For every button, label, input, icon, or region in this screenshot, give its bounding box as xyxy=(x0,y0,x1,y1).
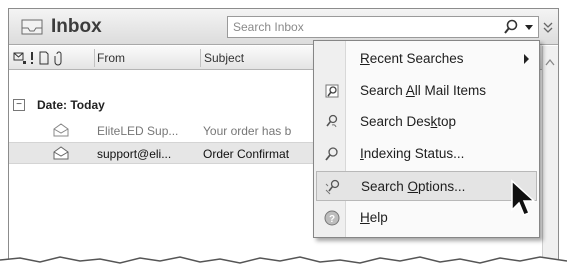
scroll-up-icon[interactable] xyxy=(542,55,558,69)
message-from: support@eli... xyxy=(97,147,172,161)
search-options-icon xyxy=(325,179,340,195)
column-divider[interactable] xyxy=(200,49,201,67)
menu-item-label: Search Desktop xyxy=(360,114,457,129)
message-subject: Order Confirmat xyxy=(203,147,290,161)
search-desktop-icon xyxy=(326,114,338,128)
column-divider[interactable] xyxy=(94,49,95,67)
search-placeholder: Search Inbox xyxy=(233,20,304,34)
menu-item-search-desktop[interactable]: Search Desktop xyxy=(316,107,537,137)
column-subject[interactable]: Subject xyxy=(204,51,244,65)
collapse-group-button[interactable]: − xyxy=(13,99,25,111)
group-label: Date: Today xyxy=(37,98,105,112)
menu-item-label: Recent Searches xyxy=(360,51,464,66)
table-row[interactable]: EliteLED Sup... Your order has b xyxy=(9,120,319,142)
envelope-open-icon xyxy=(53,146,69,160)
submenu-arrow-icon xyxy=(524,54,529,64)
help-icon: ? xyxy=(324,210,340,226)
menu-item-recent-searches[interactable]: Recent Searches xyxy=(316,44,537,74)
table-row[interactable]: support@eli... Order Confirmat xyxy=(9,142,319,164)
message-subject: Your order has b xyxy=(203,124,292,138)
menu-item-label: Search Options... xyxy=(361,179,466,194)
torn-paper-edge xyxy=(0,256,567,279)
message-from: EliteLED Sup... xyxy=(97,124,179,138)
menu-item-label: Help xyxy=(360,210,388,225)
menu-item-label: Indexing Status... xyxy=(360,146,465,161)
search-input[interactable]: Search Inbox xyxy=(227,16,539,38)
page-title: Inbox xyxy=(51,16,102,37)
search-dropdown-menu: Recent Searches Search All Mail Items Se… xyxy=(313,40,540,238)
mouse-pointer-icon xyxy=(511,179,536,216)
search-icon[interactable] xyxy=(502,18,520,36)
vertical-scrollbar[interactable] xyxy=(542,46,558,269)
menu-item-help[interactable]: ? Help xyxy=(316,203,537,233)
menu-item-search-options[interactable]: Search Options... xyxy=(316,171,537,201)
menu-item-search-all-mail[interactable]: Search All Mail Items xyxy=(316,76,537,106)
date-group-header[interactable]: − Date: Today xyxy=(9,95,319,117)
column-icons[interactable] xyxy=(13,50,93,66)
inbox-icon xyxy=(21,19,43,35)
chevron-down-icon[interactable] xyxy=(522,18,536,36)
menu-item-indexing-status[interactable]: Indexing Status... xyxy=(316,139,537,169)
indexing-icon xyxy=(325,147,338,161)
envelope-open-icon xyxy=(53,123,69,137)
expand-search-icon[interactable] xyxy=(540,18,556,36)
search-mail-icon xyxy=(325,84,339,98)
menu-item-label: Search All Mail Items xyxy=(360,83,487,98)
column-from[interactable]: From xyxy=(97,51,125,65)
svg-text:?: ? xyxy=(329,214,335,225)
